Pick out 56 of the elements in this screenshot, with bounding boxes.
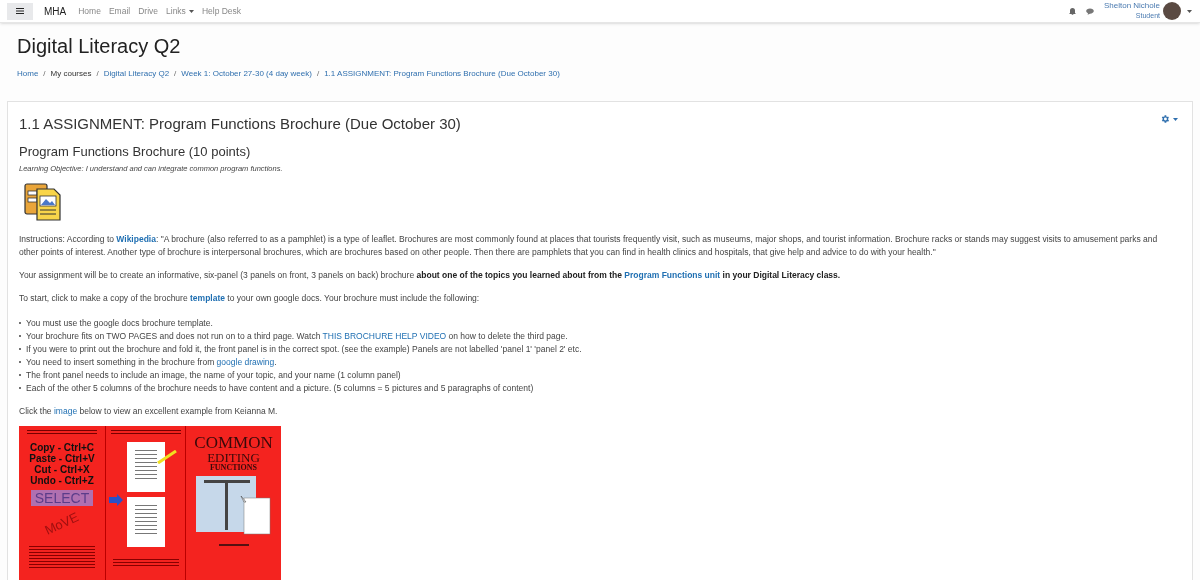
user-name[interactable]: Shelton Nichole — [1103, 1, 1160, 11]
select-text: SELECT — [30, 490, 94, 507]
user-avatar[interactable] — [1163, 2, 1181, 20]
breadcrumb-separator: / — [43, 68, 46, 80]
page-drawing — [126, 497, 165, 548]
page-title: Digital Literacy Q2 — [17, 34, 182, 58]
requirement-item: You must use the google docs brochure template. — [26, 317, 213, 331]
instruction-paragraph: To start, click to make a copy of the brochure template to your own google docs. Your brochure must include the following: — [19, 292, 481, 306]
assignment-title: 1.1 ASSIGNMENT: Program Functions Brochure (Due October 30) — [19, 114, 461, 134]
nav-link[interactable]: Drive — [138, 4, 159, 18]
arrow-icon — [109, 494, 123, 507]
requirement-item: The front panel needs to include an image, the name of your topic, and your name (1 column panel) — [26, 369, 401, 383]
chat-icon[interactable] — [1085, 7, 1094, 15]
shortcut-text: Copy - Ctrl+C — [29, 442, 95, 454]
caret-icon[interactable] — [1187, 9, 1192, 13]
brochure-title: FUNCTIONS — [209, 464, 258, 473]
requirement-item: You need to insert something in the brochure from google drawing. — [26, 356, 277, 370]
breadcrumb-text: My courses — [50, 68, 92, 80]
nav-link[interactable]: Home — [78, 4, 101, 18]
requirement-item: Your brochure fits on TWO PAGES and does not run on to a third page. Watch THIS BROCHURE HELP VIDEO on how to delete the third page. — [26, 330, 568, 344]
menu-icon — [16, 8, 24, 14]
shortcut-text: Cut - Ctrl+X — [34, 464, 90, 476]
requirement-item: If you were to print out the brochure and fold it, the front panel is in the correct spot. (see the example) Panels are not labelled 'panel 1' 'panel 2' etc. — [26, 343, 582, 357]
text-link[interactable]: THIS BROCHURE HELP VIDEO — [322, 331, 447, 342]
site-brand[interactable]: MHA — [44, 3, 67, 19]
text-link[interactable]: Program Functions unit — [624, 270, 721, 281]
caret-icon — [188, 9, 194, 13]
breadcrumb-separator: / — [96, 68, 99, 80]
caret-icon — [1173, 117, 1178, 121]
breadcrumb-separator: / — [174, 68, 177, 80]
settings-icon — [1160, 114, 1170, 124]
section-heading: Program Functions Brochure (10 points) — [19, 143, 252, 160]
nav-link[interactable]: Help Desk — [201, 4, 242, 18]
shortcut-text: Paste - Ctrl+V — [29, 453, 95, 465]
instruction-paragraph: Instructions: According to Wikipedia: "A brochure (also referred to as a pamphlet) is a type of leaflet. Brochures are most commonly found at places that tourists frequently visit, such as museums, major shops, and tourist information. Brochure racks or stands may suggest visits to amusement parks and other points of interest. Another type of brochure is interpersonal brochures, which are brochures based on other people. Then there are pamphlets that you can find in health clinics and hospitals, that give help and advice to do with your health." — [19, 233, 1159, 260]
menu-button[interactable] — [7, 2, 33, 20]
instruction-paragraph: Your assignment will be to create an informative, six-panel (3 panels on front, 3 panels on back) brochure about one of the topics you learned about from the Program Functions unit in your Digital Literacy class. — [19, 269, 842, 283]
breadcrumb-link[interactable]: Week 1: October 27-30 (4 day week) — [181, 68, 312, 80]
requirement-item: Each of the other 5 columns of the brochure needs to have content and a picture. (5 columns = 5 pictures and 5 paragraphs of content) — [26, 382, 534, 396]
brochure-title: EDITING — [207, 451, 260, 465]
breadcrumb-separator: / — [316, 68, 320, 80]
nav-link[interactable]: Email — [108, 4, 131, 18]
text-link[interactable]: image — [53, 406, 78, 417]
shortcut-text: Undo - Ctrl+Z — [30, 475, 94, 487]
settings-menu[interactable] — [1160, 114, 1178, 124]
breadcrumb-link[interactable]: Home — [17, 68, 39, 80]
bell-icon[interactable] — [1068, 7, 1076, 15]
breadcrumb-link[interactable]: Digital Literacy Q2 — [103, 68, 170, 80]
text-link[interactable]: Wikipedia — [116, 234, 156, 245]
brochure-title: COMMON — [194, 434, 273, 452]
text-link[interactable]: template — [190, 293, 225, 304]
nav-link[interactable]: Links — [166, 4, 194, 18]
example-caption: Click the image below to view an excellent example from Keianna M. — [19, 405, 279, 419]
brochure-icon — [24, 183, 62, 222]
page-drawing — [126, 442, 165, 493]
breadcrumb-link[interactable]: 1.1 ASSIGNMENT: Program Functions Brochure (Due October 30) — [324, 68, 560, 80]
